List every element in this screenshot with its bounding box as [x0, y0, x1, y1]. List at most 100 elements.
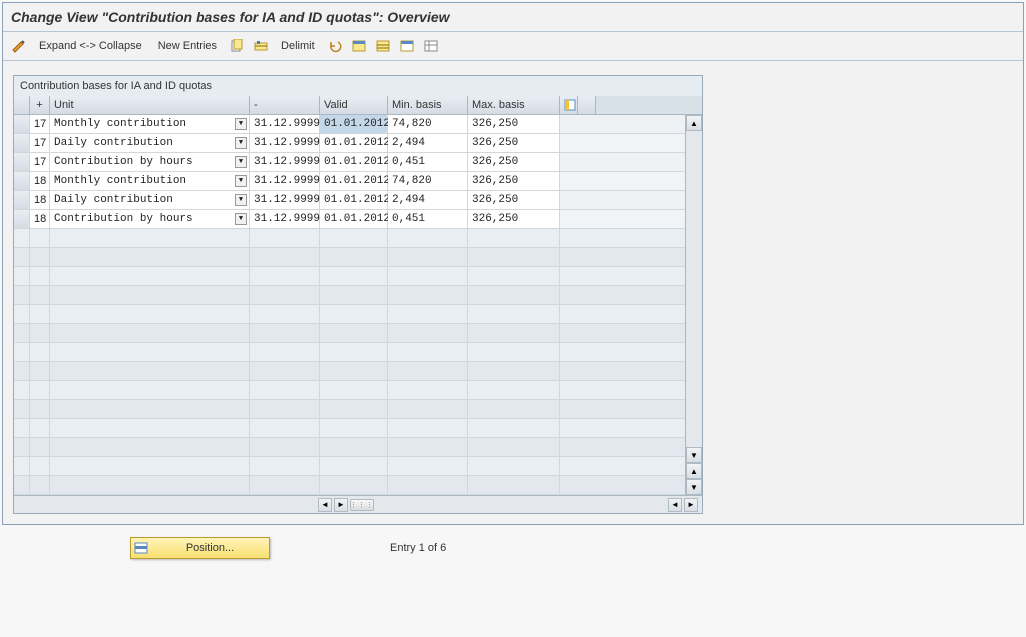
cell-empty[interactable] [320, 362, 388, 380]
cell-empty[interactable] [30, 419, 50, 437]
scroll-up2-icon[interactable]: ▲ [686, 463, 702, 479]
col-header-enddate[interactable]: - [250, 96, 320, 114]
cell-empty[interactable] [388, 457, 468, 475]
cell-empty[interactable] [468, 229, 560, 247]
row-selector[interactable] [14, 172, 30, 190]
cell-empty[interactable] [250, 229, 320, 247]
cell-empty[interactable] [30, 438, 50, 456]
new-entries-button[interactable]: New Entries [152, 40, 223, 52]
cell-minbasis[interactable]: 2,494 [388, 134, 468, 152]
cell-unit[interactable]: Daily contribution▼ [50, 134, 250, 152]
scroll-down-icon[interactable]: ▼ [686, 447, 702, 463]
hscroll-left-icon[interactable]: ◄ [318, 498, 332, 512]
cell-empty[interactable] [388, 419, 468, 437]
cell-enddate[interactable]: 31.12.9999 [250, 210, 320, 228]
cell-maxbasis[interactable]: 326,250 [468, 153, 560, 171]
cell-empty[interactable] [250, 419, 320, 437]
cell-empty[interactable] [250, 267, 320, 285]
cell-unit[interactable]: Monthly contribution▼ [50, 115, 250, 133]
cell-empty[interactable] [30, 286, 50, 304]
cell-empty[interactable] [468, 438, 560, 456]
cell-empty[interactable] [30, 229, 50, 247]
cell-empty[interactable] [250, 362, 320, 380]
cell-empty[interactable] [50, 286, 250, 304]
cell-empty[interactable] [50, 343, 250, 361]
cell-minbasis[interactable]: 0,451 [388, 153, 468, 171]
row-selector[interactable] [14, 400, 30, 418]
dropdown-icon[interactable]: ▼ [235, 137, 247, 149]
select-block-icon[interactable] [373, 36, 393, 56]
cell-group[interactable]: 17 [30, 115, 50, 133]
scroll-up-icon[interactable]: ▲ [686, 115, 702, 131]
cell-group[interactable]: 17 [30, 134, 50, 152]
col-header-valid[interactable]: Valid [320, 96, 388, 114]
cell-empty[interactable] [50, 324, 250, 342]
row-selector[interactable] [14, 115, 30, 133]
hscroll-left2-icon[interactable]: ◄ [668, 498, 682, 512]
row-selector[interactable] [14, 229, 30, 247]
cell-minbasis[interactable]: 74,820 [388, 115, 468, 133]
row-selector[interactable] [14, 248, 30, 266]
cell-valid[interactable]: 01.01.2012 [320, 134, 388, 152]
delimit-button[interactable]: Delimit [275, 40, 321, 52]
cell-group[interactable]: 18 [30, 191, 50, 209]
hscroll-right2-icon[interactable]: ► [684, 498, 698, 512]
dropdown-icon[interactable]: ▼ [235, 175, 247, 187]
cell-empty[interactable] [388, 248, 468, 266]
row-selector[interactable] [14, 381, 30, 399]
cell-enddate[interactable]: 31.12.9999 [250, 115, 320, 133]
cell-empty[interactable] [320, 476, 388, 494]
row-selector[interactable] [14, 191, 30, 209]
cell-maxbasis[interactable]: 326,250 [468, 191, 560, 209]
cell-empty[interactable] [468, 476, 560, 494]
cell-group[interactable]: 18 [30, 210, 50, 228]
cell-empty[interactable] [468, 419, 560, 437]
cell-minbasis[interactable]: 0,451 [388, 210, 468, 228]
row-selector[interactable] [14, 210, 30, 228]
row-selector[interactable] [14, 476, 30, 494]
cell-empty[interactable] [388, 267, 468, 285]
cell-group[interactable]: 17 [30, 153, 50, 171]
cell-enddate[interactable]: 31.12.9999 [250, 191, 320, 209]
dropdown-icon[interactable]: ▼ [235, 118, 247, 130]
cell-valid[interactable]: 01.01.2012 [320, 153, 388, 171]
cell-enddate[interactable]: 31.12.9999 [250, 172, 320, 190]
cell-empty[interactable] [468, 457, 560, 475]
cell-empty[interactable] [250, 248, 320, 266]
cell-empty[interactable] [250, 438, 320, 456]
cell-minbasis[interactable]: 2,494 [388, 191, 468, 209]
cell-empty[interactable] [250, 457, 320, 475]
cell-empty[interactable] [50, 229, 250, 247]
row-selector[interactable] [14, 134, 30, 152]
cell-empty[interactable] [50, 248, 250, 266]
cell-empty[interactable] [388, 324, 468, 342]
cell-empty[interactable] [320, 343, 388, 361]
cell-empty[interactable] [250, 286, 320, 304]
cell-empty[interactable] [50, 457, 250, 475]
cell-empty[interactable] [388, 362, 468, 380]
hscroll-right-icon[interactable]: ► [334, 498, 348, 512]
cell-maxbasis[interactable]: 326,250 [468, 210, 560, 228]
cell-empty[interactable] [388, 305, 468, 323]
cell-empty[interactable] [320, 381, 388, 399]
cell-maxbasis[interactable]: 326,250 [468, 115, 560, 133]
cell-empty[interactable] [468, 286, 560, 304]
cell-empty[interactable] [50, 438, 250, 456]
cell-empty[interactable] [50, 400, 250, 418]
table-settings-icon[interactable] [421, 36, 441, 56]
row-selector[interactable] [14, 153, 30, 171]
cell-empty[interactable] [468, 324, 560, 342]
cell-empty[interactable] [468, 381, 560, 399]
cell-empty[interactable] [250, 400, 320, 418]
select-all-icon[interactable] [349, 36, 369, 56]
deselect-all-icon[interactable] [397, 36, 417, 56]
cell-empty[interactable] [50, 267, 250, 285]
pencil-toggle-icon[interactable] [9, 36, 29, 56]
row-selector[interactable] [14, 286, 30, 304]
cell-empty[interactable] [50, 305, 250, 323]
cell-empty[interactable] [468, 343, 560, 361]
col-header-minbasis[interactable]: Min. basis [388, 96, 468, 114]
cell-unit[interactable]: Daily contribution▼ [50, 191, 250, 209]
cell-empty[interactable] [468, 362, 560, 380]
row-selector[interactable] [14, 438, 30, 456]
